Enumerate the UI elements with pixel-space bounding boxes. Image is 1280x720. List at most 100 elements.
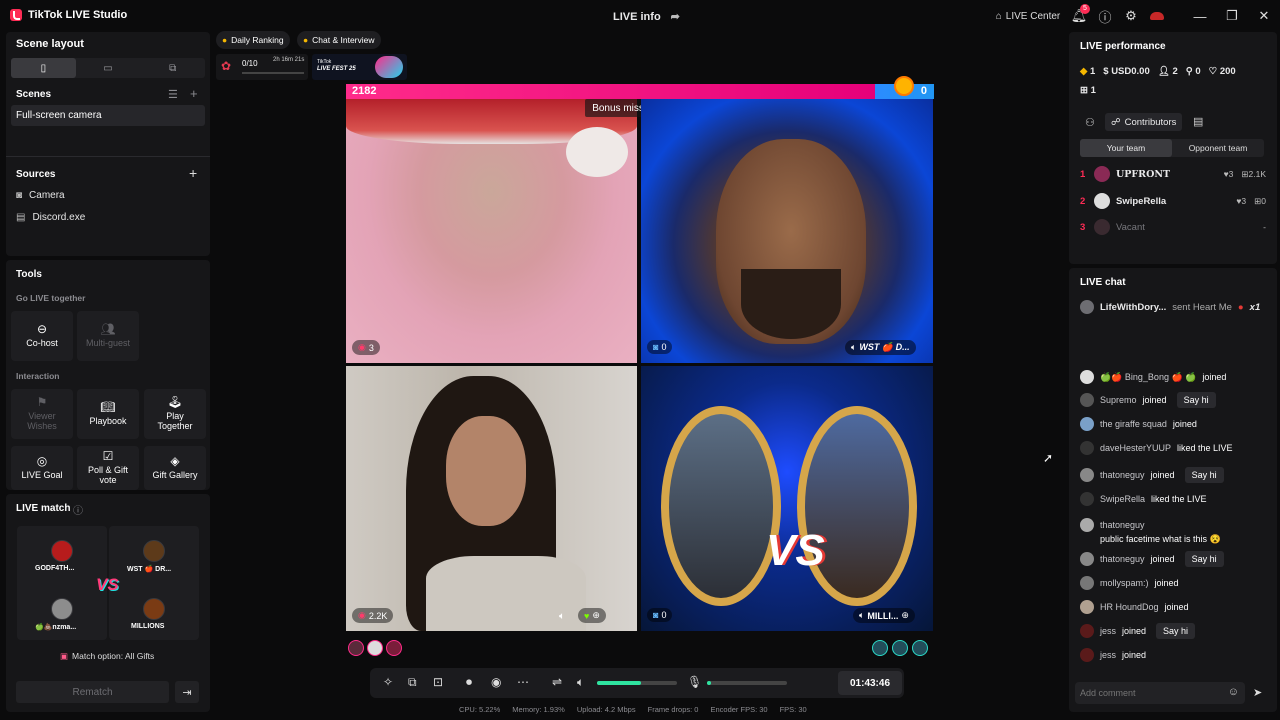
chat-text: joined bbox=[1150, 554, 1175, 564]
battle-score-bar: 2182 0 bbox=[346, 76, 934, 99]
avatar[interactable] bbox=[367, 640, 383, 656]
send-icon[interactable]: ➤ bbox=[1253, 686, 1262, 699]
chat-user[interactable]: thatoneguy bbox=[1100, 470, 1145, 480]
match-option: ▣ Match option: All Gifts bbox=[60, 651, 154, 662]
comment-input[interactable] bbox=[1080, 685, 1220, 701]
add-user-icon[interactable]: ⚇ bbox=[1085, 116, 1095, 129]
phone-icon: ▯ bbox=[40, 62, 47, 74]
live-goal-button[interactable]: ◎ LIVE Goal bbox=[11, 446, 73, 490]
live-fest-banner[interactable]: TikTok LIVE FEST 25 bbox=[312, 54, 407, 80]
add-source-button[interactable]: + bbox=[189, 165, 197, 181]
live-info-label: LIVE info bbox=[613, 10, 661, 23]
vs-overlay: VS bbox=[766, 526, 825, 575]
minimize-button[interactable]: — bbox=[1184, 0, 1216, 32]
chat-user[interactable]: jess bbox=[1100, 650, 1116, 660]
overlay-icon[interactable]: ⧉ bbox=[408, 675, 417, 690]
poll-gift-button[interactable]: ☑ Poll & Gift vote bbox=[77, 446, 139, 490]
more-icon[interactable]: ⋯ bbox=[517, 675, 529, 689]
chat-user[interactable]: daveHesterYUUP bbox=[1100, 443, 1171, 453]
exit-match-button[interactable]: ⇥ bbox=[175, 681, 199, 703]
avatar[interactable] bbox=[912, 640, 928, 656]
your-team-tab[interactable]: Your team bbox=[1080, 139, 1172, 157]
say-hi-button[interactable]: Say hi bbox=[1184, 467, 1224, 483]
tile-name-badge[interactable]: 🔈︎ MILLI... ⊕ bbox=[853, 608, 915, 623]
rose-goal-widget[interactable]: ✿ 0/10 2h 16m 21s bbox=[216, 54, 308, 80]
live-center-button[interactable]: ⌂ LIVE Center bbox=[990, 0, 1066, 32]
avatar bbox=[1080, 417, 1094, 431]
mic-slider[interactable] bbox=[707, 681, 787, 685]
portrait-frame-left bbox=[661, 406, 781, 606]
chat-user[interactable]: HR HoundDog bbox=[1100, 602, 1159, 612]
chat-user[interactable]: Supremo bbox=[1100, 395, 1137, 405]
close-button[interactable]: ✕ bbox=[1248, 0, 1280, 32]
live-goal-label: LIVE Goal bbox=[21, 470, 63, 480]
gift-gallery-button[interactable]: ◈ Gift Gallery bbox=[144, 446, 206, 490]
hat-button[interactable] bbox=[1144, 0, 1170, 32]
opponent-team-tab[interactable]: Opponent team bbox=[1172, 139, 1264, 157]
match-help-icon[interactable]: ⓘ bbox=[73, 502, 83, 517]
share-icon: ➦ bbox=[670, 11, 680, 23]
avatar[interactable] bbox=[348, 640, 364, 656]
scene-item[interactable]: Full-screen camera bbox=[11, 105, 205, 126]
avatar bbox=[1080, 552, 1094, 566]
layout-portrait-button[interactable]: ▯ bbox=[11, 58, 76, 78]
capture-icon[interactable]: ⊡ bbox=[433, 675, 443, 689]
settings-button[interactable]: ⚙ bbox=[1118, 0, 1144, 32]
tile-reactions[interactable]: ♥ ⊕ bbox=[578, 608, 606, 623]
chat-icon: ● bbox=[303, 35, 309, 45]
avatar[interactable] bbox=[386, 640, 402, 656]
maximize-button[interactable]: ❐ bbox=[1216, 0, 1248, 32]
say-hi-button[interactable]: Say hi bbox=[1156, 623, 1196, 639]
playbook-button[interactable]: 📖︎ Playbook bbox=[77, 389, 139, 439]
video-tile-4[interactable]: VS ◙ 0 🔈︎ MILLI... ⊕ bbox=[641, 366, 933, 631]
camera-toggle-icon[interactable]: ◉ bbox=[491, 675, 501, 689]
chat-user[interactable]: thatoneguy bbox=[1100, 520, 1145, 530]
layout-rotate-button[interactable]: ⧉ bbox=[140, 58, 205, 78]
record-icon[interactable]: ⏺ bbox=[466, 675, 472, 690]
chat-text: joined bbox=[1122, 626, 1147, 636]
chat-message: daveHesterYUUP liked the LIVE bbox=[1080, 441, 1233, 455]
volume-slider[interactable] bbox=[597, 681, 677, 685]
report-icon[interactable]: ▤ bbox=[1193, 115, 1203, 128]
video-tile-3[interactable]: ◉ 2.2K 🔈︎ ♥ ⊕ bbox=[346, 366, 637, 631]
say-hi-button[interactable]: Say hi bbox=[1184, 551, 1224, 567]
video-tile-1[interactable]: ◉ 3 bbox=[346, 99, 637, 363]
tile-speaker-icon[interactable]: 🔈︎ bbox=[559, 611, 565, 622]
mic-icon[interactable]: 🎙︎ bbox=[687, 675, 702, 689]
help-button[interactable]: ⓘ bbox=[1092, 0, 1118, 32]
say-hi-button[interactable]: Say hi bbox=[1176, 392, 1216, 408]
comment-box[interactable]: ☺ bbox=[1075, 682, 1245, 704]
avatar[interactable] bbox=[892, 640, 908, 656]
chat-user[interactable]: 🍏🍎 Bing_Bong 🍎 🍏 bbox=[1100, 372, 1196, 383]
rematch-button[interactable]: Rematch bbox=[16, 681, 169, 703]
chat-user[interactable]: SwipeRella bbox=[1100, 494, 1145, 504]
cohost-button[interactable]: ⊖ Co-host bbox=[11, 311, 73, 361]
gifts-stat: ⊞ 1 bbox=[1080, 85, 1096, 96]
chat-user[interactable]: mollyspam:) bbox=[1100, 578, 1149, 588]
scene-list-button[interactable]: ☰ bbox=[168, 88, 178, 101]
source-discord[interactable]: ▤ Discord.exe bbox=[16, 212, 85, 223]
chat-user[interactable]: jess bbox=[1100, 626, 1116, 636]
chat-user[interactable]: the giraffe squad bbox=[1100, 419, 1167, 429]
mixer-icon[interactable]: ⇌ bbox=[552, 675, 562, 689]
avatar[interactable] bbox=[872, 640, 888, 656]
chat-user[interactable]: thatoneguy bbox=[1100, 554, 1145, 564]
tile-name-badge[interactable]: 🔈︎ WST 🍎 D... bbox=[845, 340, 916, 355]
emoji-icon[interactable]: ☺ bbox=[1228, 686, 1239, 698]
daily-ranking-pill[interactable]: ● Daily Ranking bbox=[216, 31, 290, 49]
volume-icon[interactable]: 🔈︎ bbox=[577, 675, 584, 690]
multiguest-button[interactable]: 👥︎ Multi-guest bbox=[77, 311, 139, 361]
video-tile-2[interactable]: ◙ 0 🔈︎ WST 🍎 D... bbox=[641, 99, 933, 363]
viewer-wishes-button[interactable]: ⚑ Viewer Wishes bbox=[11, 389, 73, 439]
add-scene-button[interactable]: + bbox=[190, 86, 198, 101]
effects-icon[interactable]: ✧ bbox=[383, 675, 393, 689]
layout-landscape-button[interactable]: ▭ bbox=[76, 58, 141, 78]
avatar bbox=[1080, 600, 1094, 614]
notification-button[interactable]: 🔔︎ 5 bbox=[1066, 0, 1092, 32]
source-camera[interactable]: ◙ Camera bbox=[16, 190, 65, 201]
play-together-button[interactable]: 🕹︎ Play Together bbox=[144, 389, 206, 439]
chat-interview-pill[interactable]: ● Chat & Interview bbox=[297, 31, 381, 49]
contributors-tab[interactable]: ☍ Contributors bbox=[1105, 113, 1183, 131]
gear-icon: ⚙ bbox=[1125, 8, 1137, 23]
live-info-button[interactable]: LIVE info ➦ bbox=[613, 10, 680, 24]
